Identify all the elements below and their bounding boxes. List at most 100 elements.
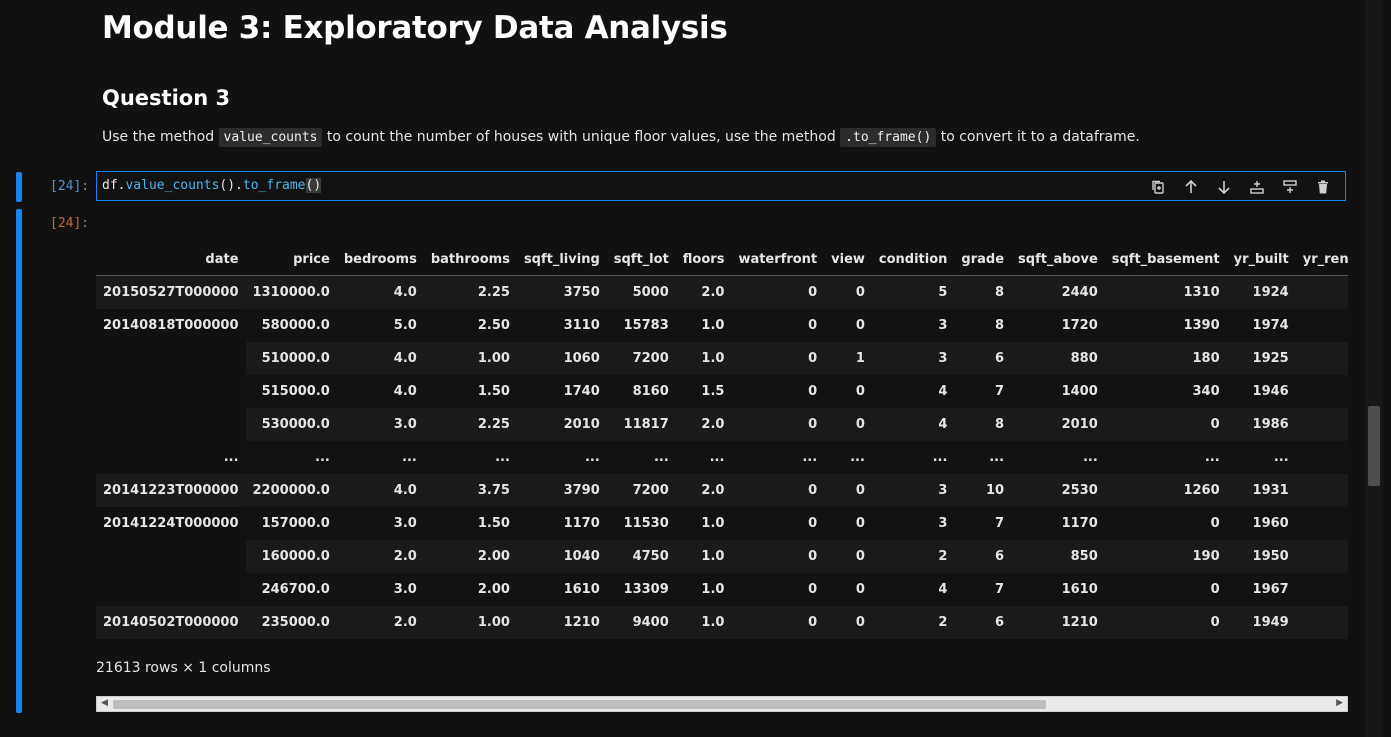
table-cell: 2.0 [675, 275, 732, 309]
move-up-icon[interactable] [1181, 178, 1201, 196]
output-collapse-bar[interactable] [16, 209, 22, 713]
table-cell: 9400 [606, 606, 676, 639]
table-cell: 3790 [516, 474, 607, 507]
table-cell: 1610 [1011, 573, 1105, 606]
table-cell: 4.0 [336, 474, 424, 507]
table-cell: 530000.0 [245, 408, 337, 441]
table-cell: 340 [1104, 375, 1227, 408]
table-cell: 4 [871, 408, 955, 441]
table-cell: 1740 [516, 375, 607, 408]
table-cell: 0 [1104, 573, 1227, 606]
table-cell: ... [1104, 441, 1227, 474]
scroll-thumb[interactable] [113, 700, 1046, 709]
header-row: date price bedrooms bathrooms sqft_living sqf… [96, 243, 1348, 276]
table-cell: 2 [871, 540, 955, 573]
row-index [96, 342, 246, 375]
delete-cell-icon[interactable] [1313, 178, 1333, 196]
scroll-left-icon[interactable]: ◀ [101, 698, 108, 708]
row-index: 20141224T000000 [96, 507, 246, 540]
table-row: ........................................… [96, 441, 1348, 474]
table-cell: 580000.0 [245, 309, 337, 342]
code-token: df. [102, 178, 126, 193]
table-cell: 2440 [1011, 275, 1105, 309]
table-cell: 0 [824, 408, 872, 441]
table-cell: 11817 [606, 408, 676, 441]
table-row: 20140502T000000 235000.0 2.0 1.00 1210 9400 1.… [96, 606, 1348, 639]
column-header: sqft_living [516, 243, 607, 276]
table-cell: ... [336, 441, 424, 474]
table-cell: 3.0 [336, 507, 424, 540]
table-cell: 0 [731, 507, 825, 540]
table-cell: 1210 [516, 606, 607, 639]
table-cell: 13309 [606, 573, 676, 606]
table-cell: 1.0 [675, 573, 732, 606]
split-cell-icon[interactable] [1280, 178, 1300, 196]
insert-cell-below-icon[interactable] [1247, 178, 1267, 196]
table-cell: 1400 [1011, 375, 1105, 408]
table-cell: 0 [824, 606, 872, 639]
table-cell: 0 [731, 342, 825, 375]
table-cell: 2.00 [423, 573, 517, 606]
table-cell: 1986 [1226, 408, 1296, 441]
table-cell: 6 [954, 606, 1012, 639]
column-header: sqft_basement [1104, 243, 1227, 276]
code-token: to_frame [242, 178, 306, 193]
table-cell: 7 [954, 507, 1012, 540]
table-cell: 0 [1104, 606, 1227, 639]
table-cell: ... [516, 441, 607, 474]
cell-selection-bar[interactable] [16, 172, 22, 202]
scroll-thumb[interactable] [1368, 406, 1380, 486]
inline-code: .to_frame() [840, 128, 937, 147]
row-index: 20141223T000000 [96, 474, 246, 507]
module-heading: Module 3: Exploratory Data Analysis [102, 10, 728, 46]
column-header: bathrooms [423, 243, 517, 276]
table-cell: 246700.0 [245, 573, 337, 606]
table-row: 515000.0 4.0 1.50 1740 8160 1.5 0 0 4 7 1400 340 194… [96, 375, 1348, 408]
code-editor[interactable]: df.value_counts().to_frame() [96, 171, 1346, 201]
table-cell: 8 [954, 408, 1012, 441]
table-cell: 1310 [1104, 275, 1227, 309]
horizontal-scrollbar[interactable]: ◀ ▶ [96, 696, 1348, 712]
table-cell: 1.00 [423, 342, 517, 375]
code-token: (). [219, 178, 243, 193]
table-cell: ... [871, 441, 955, 474]
table-cell: 2.0 [675, 474, 732, 507]
table-cell: 0 [731, 540, 825, 573]
table-cell: 7 [954, 573, 1012, 606]
table-cell: 1924 [1226, 275, 1296, 309]
table-cell: 1.0 [675, 342, 732, 375]
column-header: bedrooms [336, 243, 424, 276]
table-cell: 0 [731, 309, 825, 342]
table-cell: 2 [871, 606, 955, 639]
column-header: price [245, 243, 337, 276]
move-down-icon[interactable] [1214, 178, 1234, 196]
code-line[interactable]: df.value_counts().to_frame() [102, 178, 322, 193]
table-cell: 3750 [516, 275, 607, 309]
table-cell: 2.0 [675, 408, 732, 441]
table-cell: 1720 [1011, 309, 1105, 342]
table-cell: 1.0 [675, 606, 732, 639]
table-row: 20150527T000000 1310000.0 4.0 2.25 3750 5000 2… [96, 275, 1348, 309]
table-cell: 15783 [606, 309, 676, 342]
table-cell: 1210 [1011, 606, 1105, 639]
table-cell: 1.0 [675, 540, 732, 573]
table-cell: ... [1226, 441, 1296, 474]
row-index: 20140502T000000 [96, 606, 246, 639]
column-header: sqft_above [1011, 243, 1105, 276]
table-cell: 157000.0 [245, 507, 337, 540]
text-part: to count the number of houses with uniqu… [322, 129, 841, 145]
table-cell: 2.0 [336, 540, 424, 573]
table-cell: 850 [1011, 540, 1105, 573]
vertical-scrollbar[interactable] [1365, 0, 1383, 737]
table-cell: 1.0 [675, 507, 732, 540]
table-cell: 1.0 [675, 309, 732, 342]
scroll-right-icon[interactable]: ▶ [1336, 698, 1343, 708]
table-cell: 0 [824, 540, 872, 573]
table-cell: 510000.0 [245, 342, 337, 375]
table-cell: 0 [824, 309, 872, 342]
duplicate-cell-icon[interactable] [1148, 178, 1168, 196]
dataframe-output[interactable]: date price bedrooms bathrooms sqft_living sqf… [96, 243, 1348, 643]
table-cell: 4 [871, 375, 955, 408]
table-cell: 1060 [516, 342, 607, 375]
row-index: 20140818T000000 [96, 309, 246, 342]
